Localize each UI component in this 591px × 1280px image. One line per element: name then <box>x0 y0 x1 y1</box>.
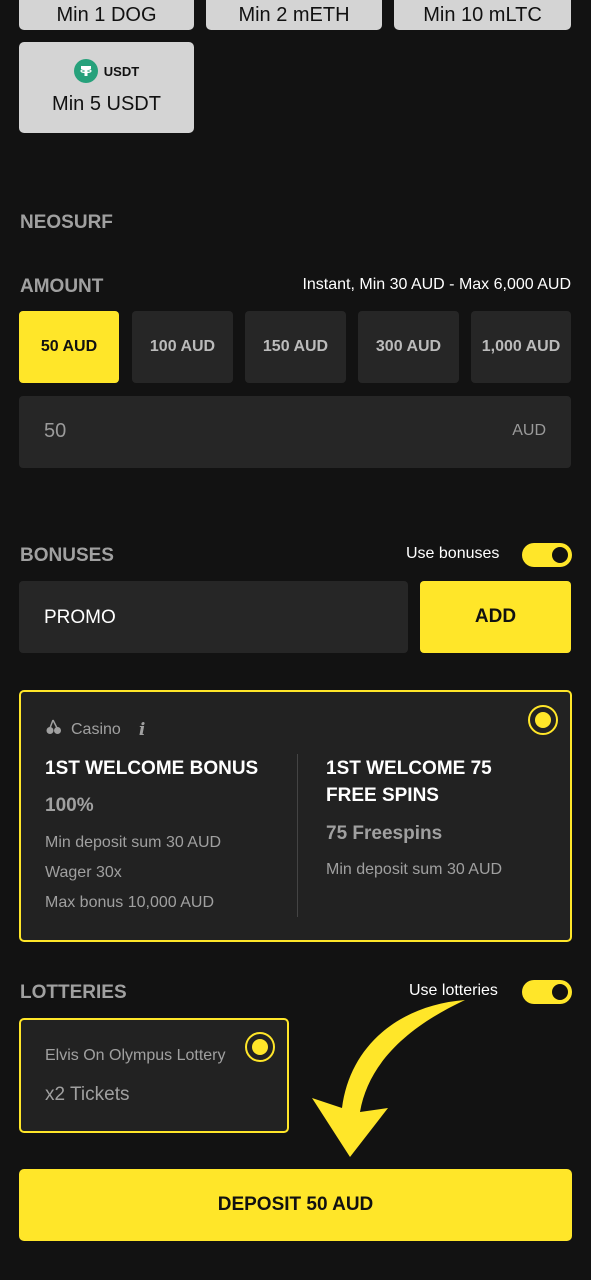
deposit-button[interactable]: DEPOSIT 50 AUD <box>19 1169 572 1241</box>
lottery-tickets: x2 Tickets <box>45 1084 130 1105</box>
use-bonuses-label: Use bonuses <box>406 545 500 562</box>
use-bonuses-toggle[interactable] <box>522 543 572 567</box>
bonus-category: Casino i <box>45 718 145 741</box>
bonus-divider <box>297 754 298 917</box>
bonus-card[interactable]: Casino i 1ST WELCOME BONUS 100% Min depo… <box>19 690 572 942</box>
amount-preset-label: 300 AUD <box>375 338 442 355</box>
cherry-icon <box>45 718 63 741</box>
lottery-card[interactable]: Elvis On Olympus Lottery x2 Tickets <box>19 1018 289 1133</box>
crypto-option-label: Min 5 USDT <box>52 93 161 115</box>
amount-preset-label: 1,000 AUD <box>481 338 561 355</box>
bonus-radio[interactable] <box>528 705 558 735</box>
bonus-right-amount: 75 Freespins <box>326 823 443 844</box>
crypto-option-meth[interactable]: Min 2 mETH <box>206 0 382 30</box>
bonus-category-label: Casino <box>71 720 121 738</box>
crypto-option-label: Min 1 DOG <box>56 3 157 26</box>
info-icon[interactable]: i <box>139 720 145 740</box>
amount-preset-150[interactable]: 150 AUD <box>245 311 346 383</box>
method-title: NEOSURF <box>20 212 113 233</box>
arrow-annotation-icon <box>312 1000 465 1157</box>
bonus-right-detail: Min deposit sum 30 AUD <box>326 861 503 878</box>
radio-dot <box>252 1039 268 1055</box>
add-promo-label: ADD <box>474 606 517 627</box>
amount-input-currency: AUD <box>512 422 546 439</box>
lottery-name: Elvis On Olympus Lottery <box>45 1047 226 1064</box>
amount-preset-label: 50 AUD <box>40 338 98 355</box>
tether-icon <box>73 59 98 83</box>
amount-preset-50[interactable]: 50 AUD <box>19 311 119 383</box>
amount-title: AMOUNT <box>20 276 104 297</box>
radio-dot <box>535 712 551 728</box>
add-promo-button[interactable]: ADD <box>420 581 571 653</box>
bonus-left-detail: Min deposit sum 30 AUD <box>45 834 222 851</box>
amount-preset-label: 150 AUD <box>262 338 329 355</box>
crypto-option-dog[interactable]: Min 1 DOG <box>19 0 194 30</box>
bonus-left-detail: Wager 30x <box>45 864 122 881</box>
promo-input-placeholder: PROMO <box>44 607 116 628</box>
amount-preset-label: 100 AUD <box>149 338 216 355</box>
crypto-option-label: Min 10 mLTC <box>423 3 542 26</box>
crypto-option-usdt[interactable]: USDT Min 5 USDT <box>19 42 194 133</box>
use-lotteries-toggle[interactable] <box>522 980 572 1004</box>
amount-preset-100[interactable]: 100 AUD <box>132 311 233 383</box>
bonus-left-amount: 100% <box>45 795 94 816</box>
amount-hint: Instant, Min 30 AUD - Max 6,000 AUD <box>302 276 571 293</box>
promo-input[interactable]: PROMO <box>19 581 408 653</box>
usdt-logo: USDT <box>73 59 140 83</box>
amount-input[interactable]: 50 AUD <box>19 396 571 468</box>
toggle-knob <box>552 984 568 1000</box>
bonus-left-name: 1ST WELCOME BONUS <box>45 758 259 779</box>
amount-preset-1000[interactable]: 1,000 AUD <box>471 311 571 383</box>
amount-input-value: 50 <box>44 420 67 442</box>
usdt-logo-text: USDT <box>103 63 140 79</box>
deposit-button-label: DEPOSIT 50 AUD <box>217 1194 374 1215</box>
lottery-radio[interactable] <box>245 1032 275 1062</box>
bonuses-title: BONUSES <box>20 545 114 566</box>
amount-preset-300[interactable]: 300 AUD <box>358 311 459 383</box>
crypto-option-label: Min 2 mETH <box>238 3 350 26</box>
crypto-option-mltc[interactable]: Min 10 mLTC <box>394 0 571 30</box>
lotteries-title: LOTTERIES <box>20 982 127 1003</box>
bonus-left-detail: Max bonus 10,000 AUD <box>45 894 214 911</box>
toggle-knob <box>552 547 568 563</box>
bonus-right-name: 1ST WELCOME 75 FREE SPINS <box>326 758 492 806</box>
